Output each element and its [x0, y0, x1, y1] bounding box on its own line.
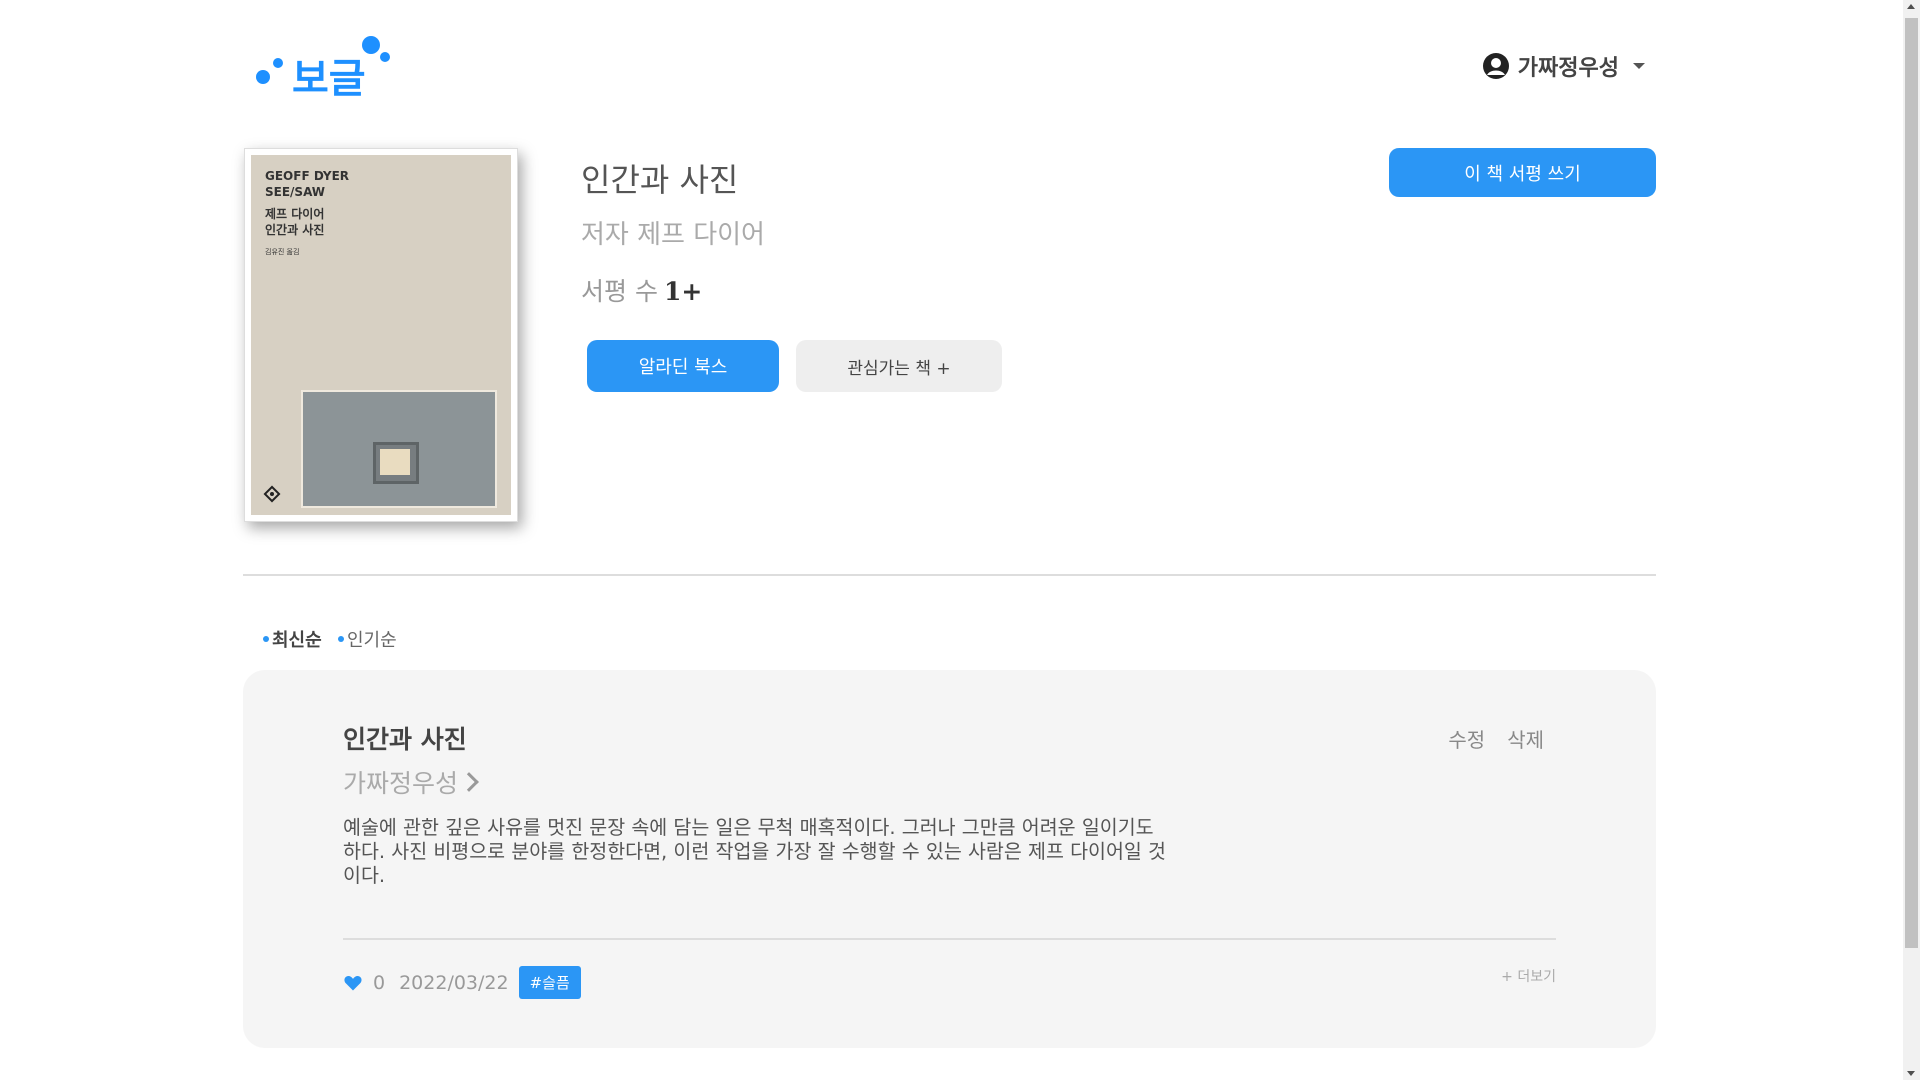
- scrollbar[interactable]: [1903, 0, 1920, 1080]
- scrollbar-thumb[interactable]: [1905, 18, 1918, 948]
- sort-popular-label: 인기순: [347, 630, 397, 651]
- section-divider: [243, 574, 1656, 576]
- cover-translator: 김유진 옮김: [265, 248, 300, 256]
- sort-popular[interactable]: 인기순: [338, 626, 397, 652]
- review-divider: [343, 938, 1556, 940]
- cover-photo-frame: [373, 442, 419, 484]
- logo[interactable]: 보글: [252, 30, 402, 102]
- review-footer: 0 2022/03/22 #슬픔: [343, 966, 581, 999]
- review-actions: 수정 삭제: [1448, 724, 1544, 753]
- review-title: 인간과 사진: [343, 725, 467, 754]
- user-name: 가짜정우성: [1517, 56, 1619, 81]
- review-count-label: 서평 수: [581, 277, 658, 306]
- logo-text: 보글: [292, 56, 366, 102]
- sort-latest[interactable]: 최신순: [263, 626, 322, 652]
- chevron-right-icon: [459, 772, 479, 792]
- book-cover-art: GEOFF DYER SEE/SAW 제프 다이어 인간과 사진 김유진 옮김: [251, 155, 511, 515]
- logo-dot-tiny: [380, 52, 390, 62]
- cover-author-ko: 제프 다이어: [265, 207, 325, 221]
- write-review-button[interactable]: 이 책 서평 쓰기: [1389, 148, 1656, 197]
- emotion-tag[interactable]: #슬픔: [518, 966, 581, 999]
- review-count-value: 1+: [663, 277, 703, 306]
- sort-latest-label: 최신순: [272, 630, 322, 651]
- review-count: 서평 수 1+: [581, 272, 702, 308]
- publisher-logo-icon: [263, 485, 281, 503]
- heart-icon[interactable]: [343, 973, 363, 993]
- more-link[interactable]: + 더보기: [1501, 966, 1556, 986]
- scroll-down-icon[interactable]: [1907, 1071, 1915, 1076]
- review-card: 인간과 사진 가짜정우성 수정 삭제 예술에 관한 깊은 사유를 멋진 문장 속…: [243, 670, 1656, 1048]
- book-title: 인간과 사진: [581, 161, 739, 199]
- review-body: 예술에 관한 깊은 사유를 멋진 문장 속에 담는 일은 무척 매혹적이다. 그…: [343, 816, 1166, 887]
- sort-dot: [338, 636, 344, 642]
- scroll-up-icon[interactable]: [1907, 4, 1915, 9]
- user-avatar-icon: [1482, 53, 1509, 79]
- chevron-down-icon: [1633, 63, 1645, 69]
- review-date: 2022/03/22: [399, 971, 509, 994]
- aladin-books-button[interactable]: 알라딘 북스: [587, 340, 779, 392]
- cover-photo: [301, 390, 497, 508]
- logo-dot-medium: [273, 58, 283, 68]
- like-count: 0: [373, 971, 386, 994]
- cover-author-en: GEOFF DYER: [265, 169, 350, 183]
- cover-title-ko: 인간과 사진: [265, 223, 325, 237]
- review-author: 가짜정우성: [343, 769, 459, 798]
- logo-dot-small: [256, 70, 270, 84]
- sort-dot: [263, 636, 269, 642]
- cover-title-en: SEE/SAW: [265, 185, 326, 199]
- user-menu[interactable]: 가짜정우성: [1482, 50, 1645, 82]
- delete-button[interactable]: 삭제: [1507, 724, 1544, 753]
- book-author: 저자 제프 다이어: [581, 220, 765, 250]
- edit-button[interactable]: 수정: [1448, 724, 1485, 753]
- review-author-link[interactable]: 가짜정우성: [343, 764, 479, 800]
- interest-book-button[interactable]: 관심가는 책 +: [796, 340, 1002, 392]
- book-cover: GEOFF DYER SEE/SAW 제프 다이어 인간과 사진 김유진 옮김: [244, 148, 518, 522]
